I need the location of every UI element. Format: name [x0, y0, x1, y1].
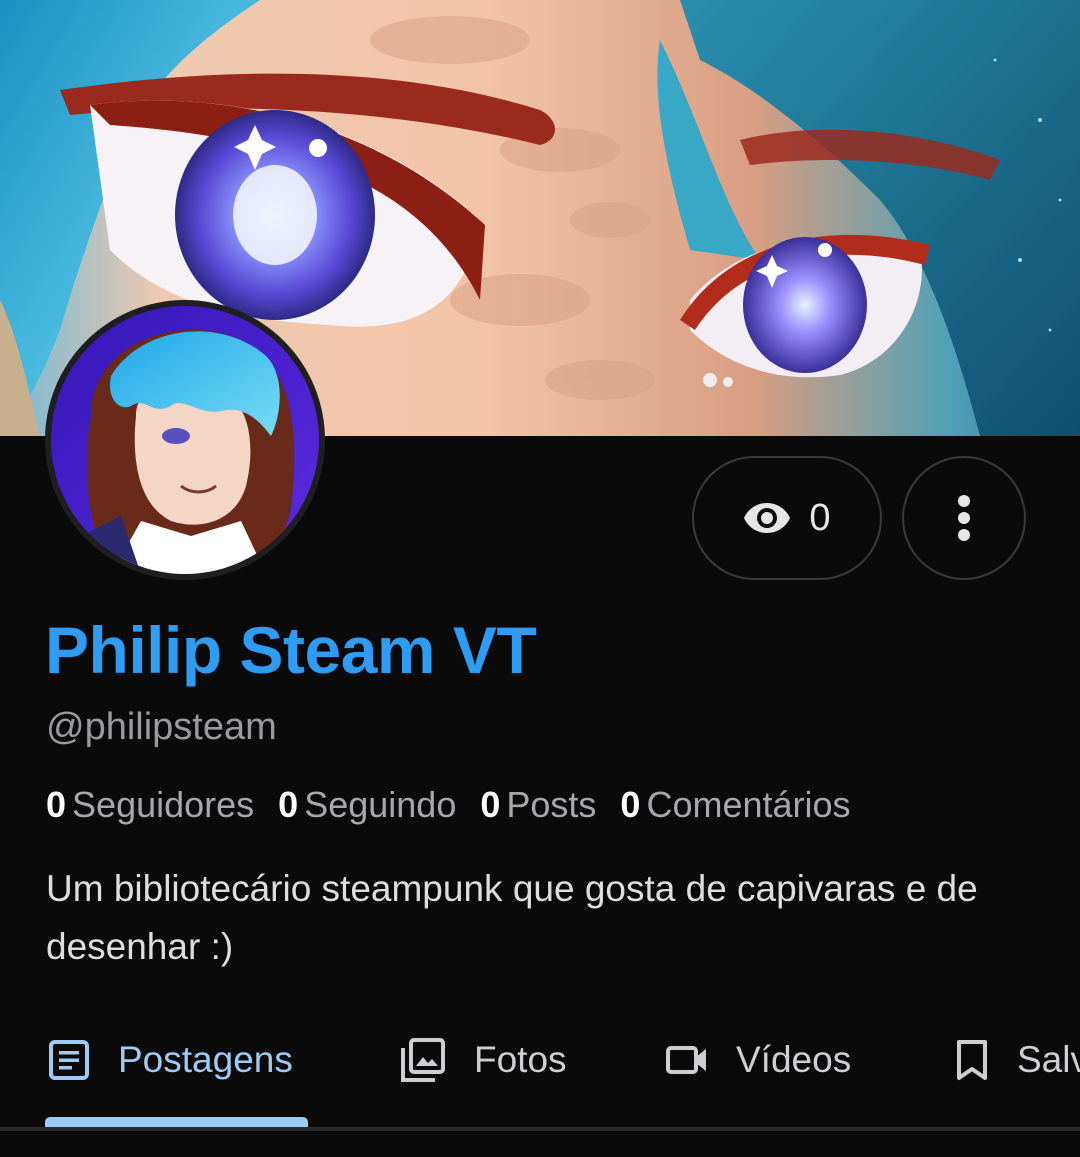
- stat-label: Seguindo: [304, 784, 457, 825]
- content-area: [0, 1131, 1080, 1157]
- photo-library-icon: [401, 1038, 445, 1082]
- stat-value: 0: [46, 784, 67, 825]
- eye-icon: [744, 503, 791, 533]
- views-count: 0: [809, 496, 831, 539]
- stat-value: 0: [620, 784, 641, 825]
- stat-value: 0: [278, 784, 299, 825]
- stat-label: Seguidores: [72, 784, 255, 825]
- avatar-ring[interactable]: [45, 300, 325, 580]
- tab-fotos[interactable]: Fotos: [400, 1030, 567, 1090]
- tab-label: Salvos: [1017, 1039, 1080, 1080]
- article-icon: [49, 1040, 89, 1080]
- profile-stats: 0 Seguidores 0 Seguindo 0 Posts 0 Comentário…: [46, 784, 851, 826]
- stat-posts[interactable]: 0 Posts: [480, 784, 596, 826]
- tab-label: Postagens: [118, 1039, 293, 1080]
- stat-label: Comentários: [646, 784, 851, 825]
- active-tab-indicator: [45, 1117, 308, 1127]
- avatar: [51, 306, 319, 574]
- stat-value: 0: [480, 784, 501, 825]
- tab-label: Fotos: [474, 1039, 567, 1080]
- stat-label: Posts: [506, 784, 597, 825]
- profile-handle: @philipsteam: [46, 706, 277, 748]
- views-button[interactable]: 0: [692, 456, 882, 580]
- stat-following[interactable]: 0 Seguindo: [278, 784, 456, 826]
- tab-salvos[interactable]: Salvos: [955, 1030, 1080, 1090]
- tab-label: Vídeos: [736, 1039, 852, 1080]
- tab-postagens[interactable]: Postagens: [48, 1030, 293, 1090]
- more-vert-icon: [958, 495, 970, 541]
- stat-comments[interactable]: 0 Comentários: [620, 784, 850, 826]
- profile-bio: Um bibliotecário steampunk que gosta de …: [46, 868, 978, 967]
- profile-tabs: Postagens Fotos Vídeos Salvos: [0, 1000, 1080, 1130]
- profile-display-name: Philip Steam VT: [45, 613, 537, 687]
- stat-followers[interactable]: 0 Seguidores: [46, 784, 254, 826]
- tab-videos[interactable]: Vídeos: [666, 1030, 851, 1090]
- videocam-icon: [666, 1046, 706, 1074]
- bookmark-icon: [957, 1040, 987, 1080]
- more-options-button[interactable]: [902, 456, 1026, 580]
